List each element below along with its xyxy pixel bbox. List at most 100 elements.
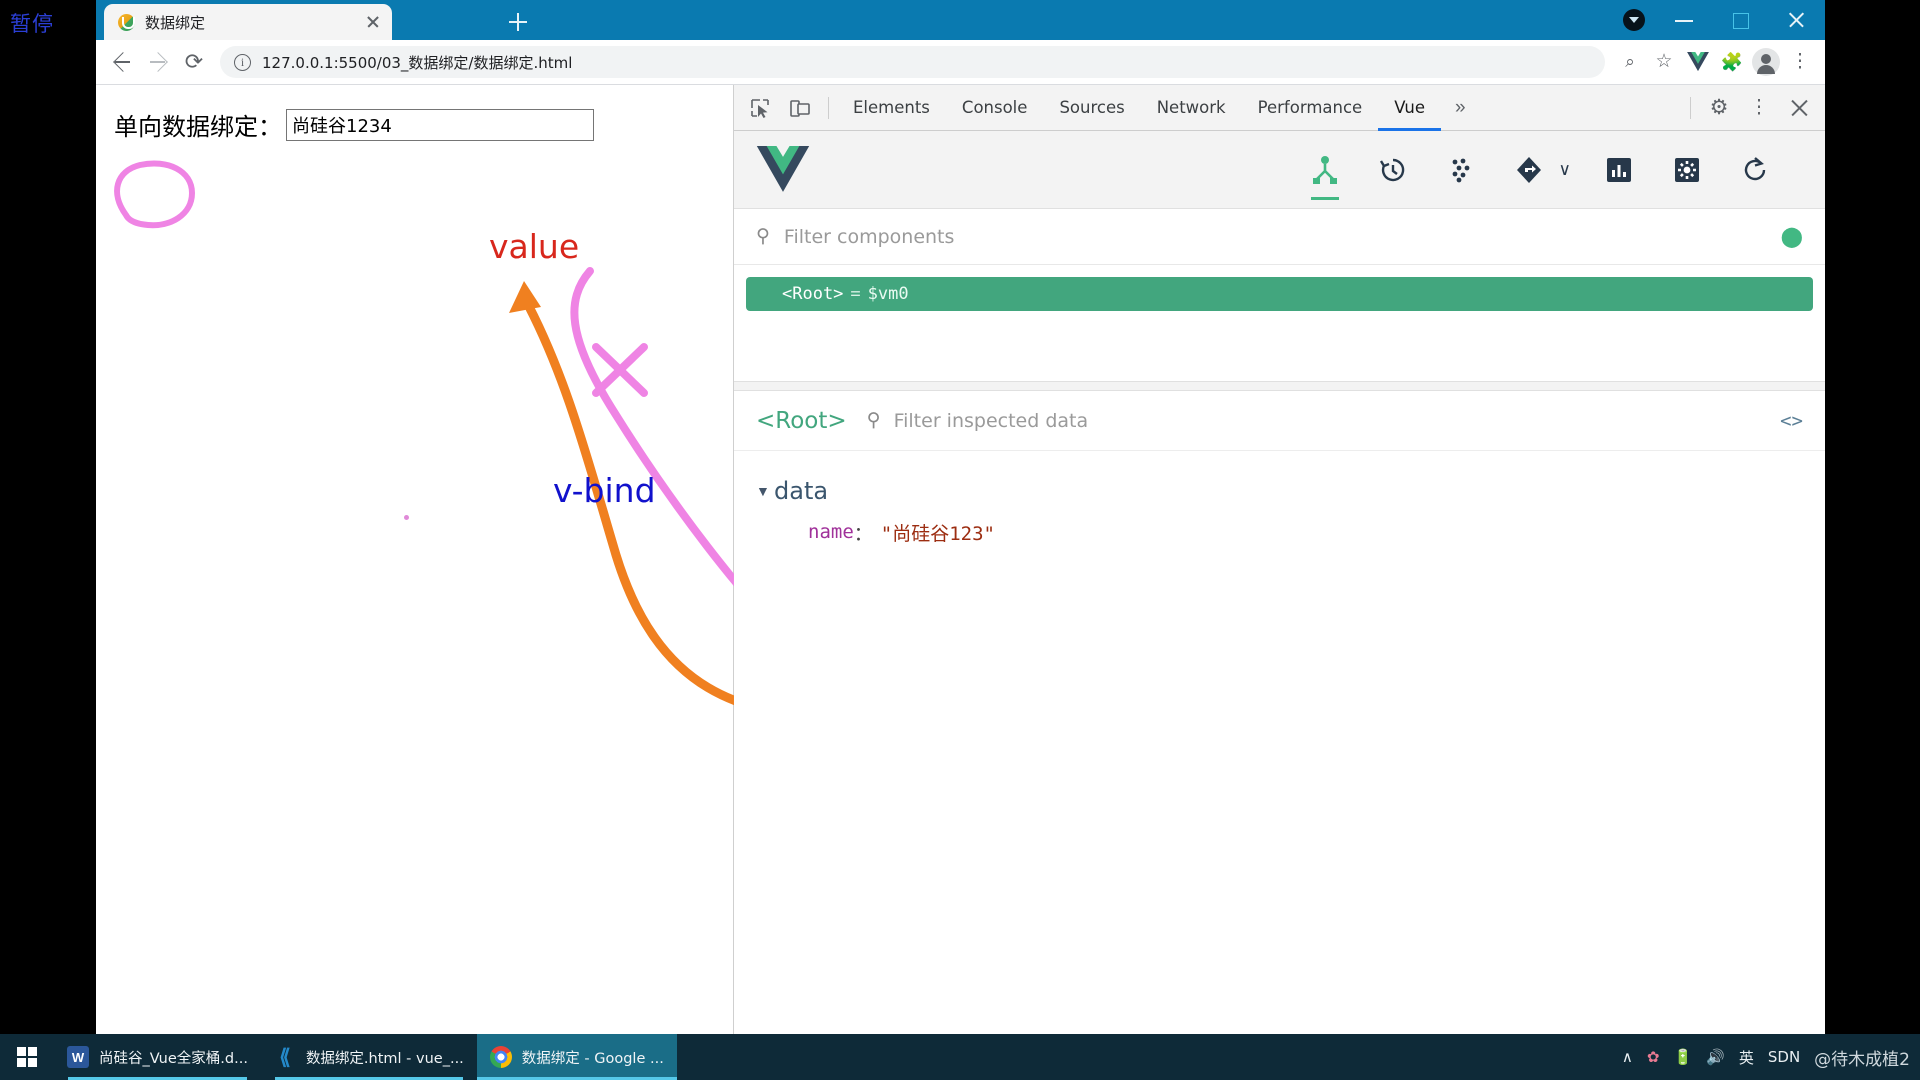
tab-vue[interactable]: Vue [1378, 85, 1441, 131]
pink-arrow-path [570, 267, 734, 587]
start-button[interactable] [0, 1034, 54, 1080]
code-view-icon[interactable]: <> [1780, 410, 1803, 432]
search-icon: ⚲ [756, 226, 770, 247]
chrome-icon [489, 1046, 512, 1068]
inspected-data-bar: <Root> ⚲ Filter inspected data <> [734, 391, 1825, 451]
timeline-icon[interactable] [1373, 146, 1413, 194]
devtools-tabbar: Elements Console Sources Network Perform… [734, 85, 1825, 131]
pinia-icon[interactable] [1441, 146, 1481, 194]
taskbar-item-word[interactable]: W 尚硅谷_Vue全家桶.d... [54, 1034, 261, 1080]
author-watermark: @待木成植2 [1814, 1049, 1910, 1070]
tab-sources[interactable]: Sources [1043, 85, 1140, 131]
tab-elements[interactable]: Elements [837, 85, 946, 131]
system-tray: ∧ ✿ 🔋 🔊 英 SDN @待木成植2 [1622, 1045, 1920, 1070]
actions-separator [1690, 96, 1691, 119]
tab-network[interactable]: Network [1141, 85, 1242, 131]
vue-favicon-icon [118, 13, 135, 31]
component-tree-row-root[interactable]: <Root> = $vm0 [746, 277, 1813, 311]
forward-button[interactable] [140, 44, 176, 80]
refresh-icon[interactable] [1735, 146, 1775, 194]
tab-close-icon[interactable] [362, 11, 384, 33]
taskbar-item-vscode[interactable]: ⟪ 数据绑定.html - vue_... [261, 1034, 477, 1080]
vue-extension-icon[interactable] [1681, 45, 1715, 79]
more-tabs-icon[interactable]: » [1441, 97, 1480, 119]
equals-sign: = [850, 284, 861, 304]
devtools-close-icon[interactable] [1782, 91, 1816, 125]
window-controls [1657, 0, 1825, 40]
annotation-vbind-text: v-bind [553, 471, 656, 510]
annotation-value-text: value [489, 227, 580, 266]
taskbar-item-label: 数据绑定 - Google ... [521, 1050, 664, 1067]
property-colon: ： [853, 522, 873, 545]
volume-icon[interactable]: 🔊 [1706, 1048, 1725, 1066]
filter-inspected-data-placeholder[interactable]: Filter inspected data [894, 410, 1089, 432]
profile-avatar-icon[interactable] [1749, 45, 1783, 79]
binding-row: 单向数据绑定： [114, 107, 594, 142]
content-split: 单向数据绑定： value v- [96, 85, 1825, 1034]
close-window-button[interactable] [1769, 0, 1825, 40]
url-text: 127.0.0.1:5500/03_数据绑定/数据绑定.html [262, 53, 573, 72]
word-icon: W [67, 1046, 89, 1068]
maximize-button[interactable] [1713, 0, 1769, 40]
orange-arrow-head [509, 281, 541, 313]
settings-icon[interactable] [1667, 146, 1707, 194]
router-chevron-down-icon[interactable]: ∨ [1559, 160, 1571, 180]
tray-app-icon[interactable]: ✿ [1647, 1048, 1660, 1066]
vscode-icon: ⟪ [279, 1045, 291, 1069]
ink-dot [404, 515, 409, 520]
devtools-actions: ⚙ ⋮ [1682, 91, 1819, 125]
pink-x-mark [592, 343, 648, 397]
new-tab-button[interactable] [504, 8, 532, 36]
back-button[interactable] [104, 44, 140, 80]
binding-input[interactable] [286, 108, 594, 141]
battery-icon[interactable]: 🔋 [1673, 1048, 1692, 1066]
bookmark-star-icon[interactable]: ☆ [1647, 45, 1681, 79]
devtools-panel: Elements Console Sources Network Perform… [734, 85, 1825, 1034]
inspect-element-icon[interactable] [743, 91, 777, 125]
chevron-down-icon[interactable]: ▼ [756, 483, 774, 499]
vue-devtools-header: ∨ [734, 131, 1825, 209]
taskbar-item-label: 数据绑定.html - vue_... [305, 1050, 464, 1067]
browser-toolbar: ⟳ i 127.0.0.1:5500/03_数据绑定/数据绑定.html ⌕ ☆… [96, 40, 1825, 85]
chrome-window: 数据绑定 ⟳ i 127.0.0.1:5500/03_数据绑定/数据绑定.htm… [96, 0, 1825, 1034]
zoom-icon[interactable]: ⌕ [1613, 45, 1647, 79]
inspected-root-label: <Root> [756, 407, 847, 434]
tab-console[interactable]: Console [946, 85, 1044, 131]
property-name: name [808, 521, 854, 543]
taskbar-item-chrome[interactable]: 数据绑定 - Google ... [476, 1034, 677, 1080]
router-icon[interactable] [1509, 146, 1549, 194]
data-property-row[interactable]: name ： "尚硅谷123" [756, 515, 1825, 549]
window-dropdown-icon[interactable] [1623, 9, 1645, 31]
search-icon: ⚲ [866, 410, 881, 431]
components-icon[interactable] [1305, 146, 1345, 200]
vm-reference: $vm0 [867, 284, 909, 304]
csdn-watermark: SDN [1767, 1048, 1801, 1066]
devtools-kebab-icon[interactable]: ⋮ [1742, 91, 1776, 125]
ime-indicator[interactable]: 英 [1739, 1047, 1754, 1068]
filter-components-bar[interactable]: ⚲ Filter components ⬤ [734, 209, 1825, 265]
annotation-overlay [114, 160, 734, 705]
site-info-icon[interactable]: i [234, 53, 251, 71]
browser-tab[interactable]: 数据绑定 [104, 4, 392, 40]
select-component-icon[interactable]: ⬤ [1781, 224, 1803, 249]
vue-tool-icons: ∨ [1305, 146, 1803, 200]
panel-splitter[interactable] [734, 381, 1825, 391]
data-group-row[interactable]: ▼ data [756, 473, 1825, 509]
vue-logo-icon [756, 145, 810, 194]
property-value[interactable]: "尚硅谷123" [881, 519, 995, 546]
device-toolbar-icon[interactable] [783, 91, 817, 125]
minimize-button[interactable] [1657, 0, 1713, 40]
tray-overflow-icon[interactable]: ∧ [1622, 1048, 1633, 1066]
address-bar[interactable]: i 127.0.0.1:5500/03_数据绑定/数据绑定.html [220, 46, 1605, 78]
windows-taskbar: W 尚硅谷_Vue全家桶.d... ⟪ 数据绑定.html - vue_... … [0, 1034, 1920, 1080]
performance-icon[interactable] [1599, 146, 1639, 194]
devtools-settings-icon[interactable]: ⚙ [1702, 91, 1736, 125]
chrome-menu-icon[interactable]: ⋮ [1783, 45, 1817, 79]
web-page-viewport: 单向数据绑定： value v- [96, 85, 734, 1034]
windows-logo-icon [17, 1047, 37, 1067]
extensions-puzzle-icon[interactable]: 🧩 [1715, 45, 1749, 79]
binding-label: 单向数据绑定： [114, 113, 282, 141]
capture-pause-label: 暂停 [10, 12, 54, 36]
reload-button[interactable]: ⟳ [176, 44, 212, 80]
tab-performance[interactable]: Performance [1242, 85, 1379, 131]
